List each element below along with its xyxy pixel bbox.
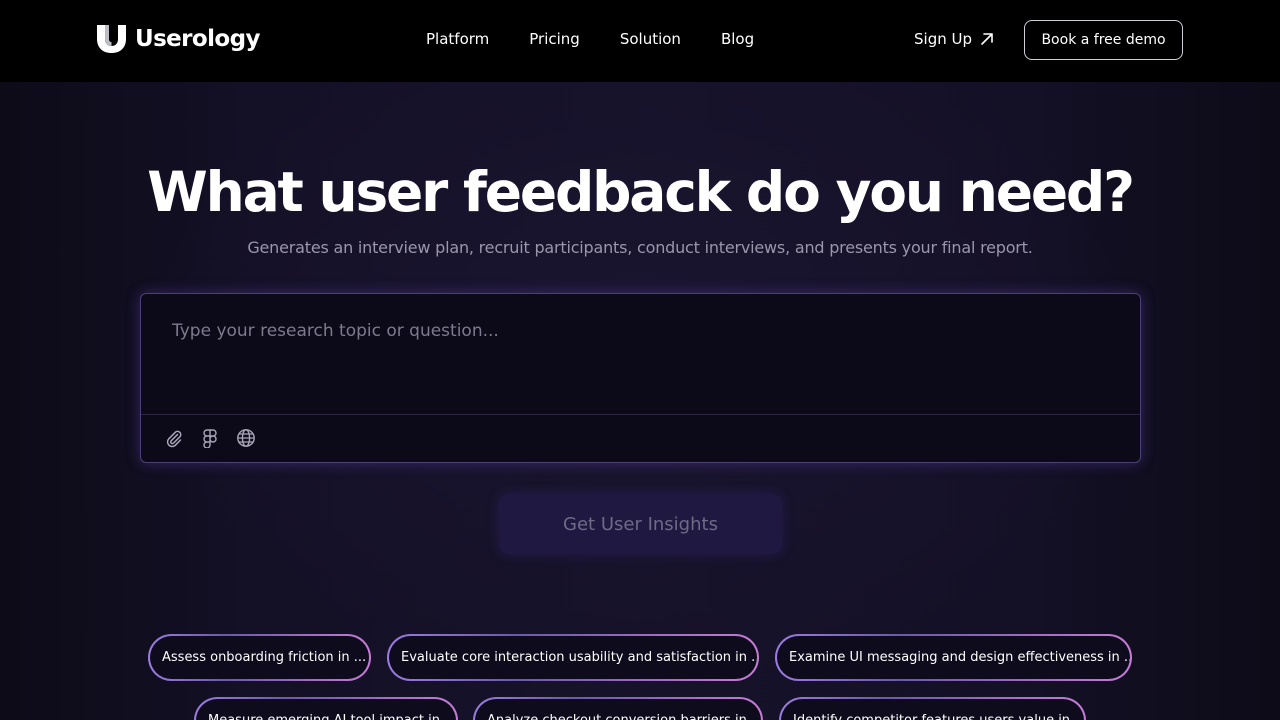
- get-user-insights-button[interactable]: Get User Insights: [499, 494, 782, 554]
- research-prompt-box: [140, 293, 1141, 463]
- suggestion-chip-label: Examine UI messaging and design effectiv…: [777, 636, 1130, 679]
- top-navbar: Userology Platform Pricing Solution Blog…: [0, 0, 1280, 82]
- prompt-toolbar: [164, 428, 256, 448]
- globe-icon[interactable]: [236, 428, 256, 448]
- main-nav: Platform Pricing Solution Blog: [426, 30, 754, 48]
- page-title: What user feedback do you need?: [147, 160, 1135, 224]
- brand-name: Userology: [135, 26, 260, 52]
- sign-up-label: Sign Up: [914, 30, 972, 48]
- nav-link-solution[interactable]: Solution: [620, 30, 681, 48]
- book-demo-button[interactable]: Book a free demo: [1024, 20, 1183, 60]
- suggestion-chip[interactable]: Identify competitor features users value…: [779, 697, 1086, 720]
- suggestion-chip[interactable]: Assess onboarding friction in ...: [148, 634, 371, 681]
- suggestion-chip-label: Analyze checkout conversion barriers in …: [475, 699, 761, 720]
- userology-logo-icon: [97, 25, 126, 53]
- suggestion-chip[interactable]: Measure emerging AI tool impact in ...: [194, 697, 458, 720]
- nav-link-pricing[interactable]: Pricing: [529, 30, 580, 48]
- arrow-up-right-icon: [981, 33, 993, 45]
- suggestion-chip[interactable]: Examine UI messaging and design effectiv…: [775, 634, 1132, 681]
- suggestion-chip-label: Assess onboarding friction in ...: [150, 636, 369, 679]
- figma-icon[interactable]: [200, 428, 220, 448]
- suggestion-chip-label: Identify competitor features users value…: [781, 699, 1084, 720]
- page-subtitle: Generates an interview plan, recruit par…: [247, 238, 1033, 257]
- suggestion-chip-label: Measure emerging AI tool impact in ...: [196, 699, 456, 720]
- sign-up-link[interactable]: Sign Up: [914, 30, 994, 48]
- paperclip-icon[interactable]: [164, 428, 184, 448]
- nav-link-blog[interactable]: Blog: [721, 30, 754, 48]
- prompt-divider: [141, 414, 1140, 415]
- suggestion-chip[interactable]: Analyze checkout conversion barriers in …: [473, 697, 763, 720]
- brand-logo[interactable]: Userology: [96, 24, 260, 54]
- nav-link-platform[interactable]: Platform: [426, 30, 489, 48]
- suggestion-chip[interactable]: Evaluate core interaction usability and …: [387, 634, 759, 681]
- suggestion-chip-label: Evaluate core interaction usability and …: [389, 636, 757, 679]
- research-topic-input[interactable]: [141, 294, 1140, 414]
